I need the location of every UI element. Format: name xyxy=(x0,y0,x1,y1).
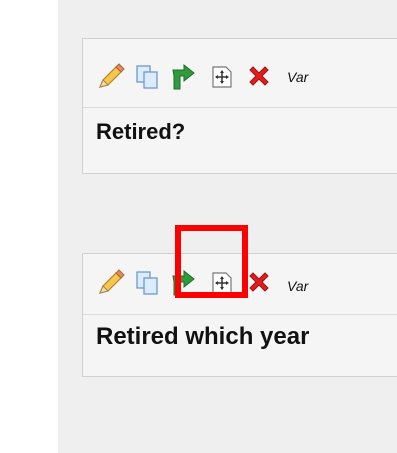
delete-field-button[interactable] xyxy=(243,61,275,93)
field-question-text: Retired which year xyxy=(96,323,310,350)
branching-logic-button[interactable] xyxy=(167,267,199,299)
variable-name-label: Var xyxy=(287,278,309,294)
move-field-button[interactable] xyxy=(205,61,237,93)
field-question-text: Retired? xyxy=(96,119,186,144)
field-card-retired: Var Retired? xyxy=(82,38,397,174)
field-toolbar: Var xyxy=(83,39,397,108)
edit-field-button[interactable] xyxy=(95,61,127,93)
branch-logic-icon xyxy=(172,269,195,296)
field-toolbar: Var xyxy=(83,254,397,315)
field-card-retired-year: Var Retired which year xyxy=(82,253,397,377)
branching-logic-button[interactable] xyxy=(167,61,199,93)
pencil-icon xyxy=(98,269,125,294)
delete-icon xyxy=(249,272,269,292)
delete-icon xyxy=(249,66,269,86)
pencil-icon xyxy=(98,63,125,88)
move-field-button[interactable] xyxy=(205,267,237,299)
designer-page: Var Retired? Var Retired which year xyxy=(0,0,397,453)
copy-icon xyxy=(136,271,158,295)
move-icon xyxy=(212,66,232,88)
delete-field-button[interactable] xyxy=(243,267,275,299)
move-icon xyxy=(212,272,232,294)
copy-icon xyxy=(136,65,158,89)
copy-field-button[interactable] xyxy=(131,267,163,299)
copy-field-button[interactable] xyxy=(131,61,163,93)
edit-field-button[interactable] xyxy=(95,267,127,299)
variable-name-label: Var xyxy=(287,69,309,85)
branch-logic-icon xyxy=(172,63,195,90)
